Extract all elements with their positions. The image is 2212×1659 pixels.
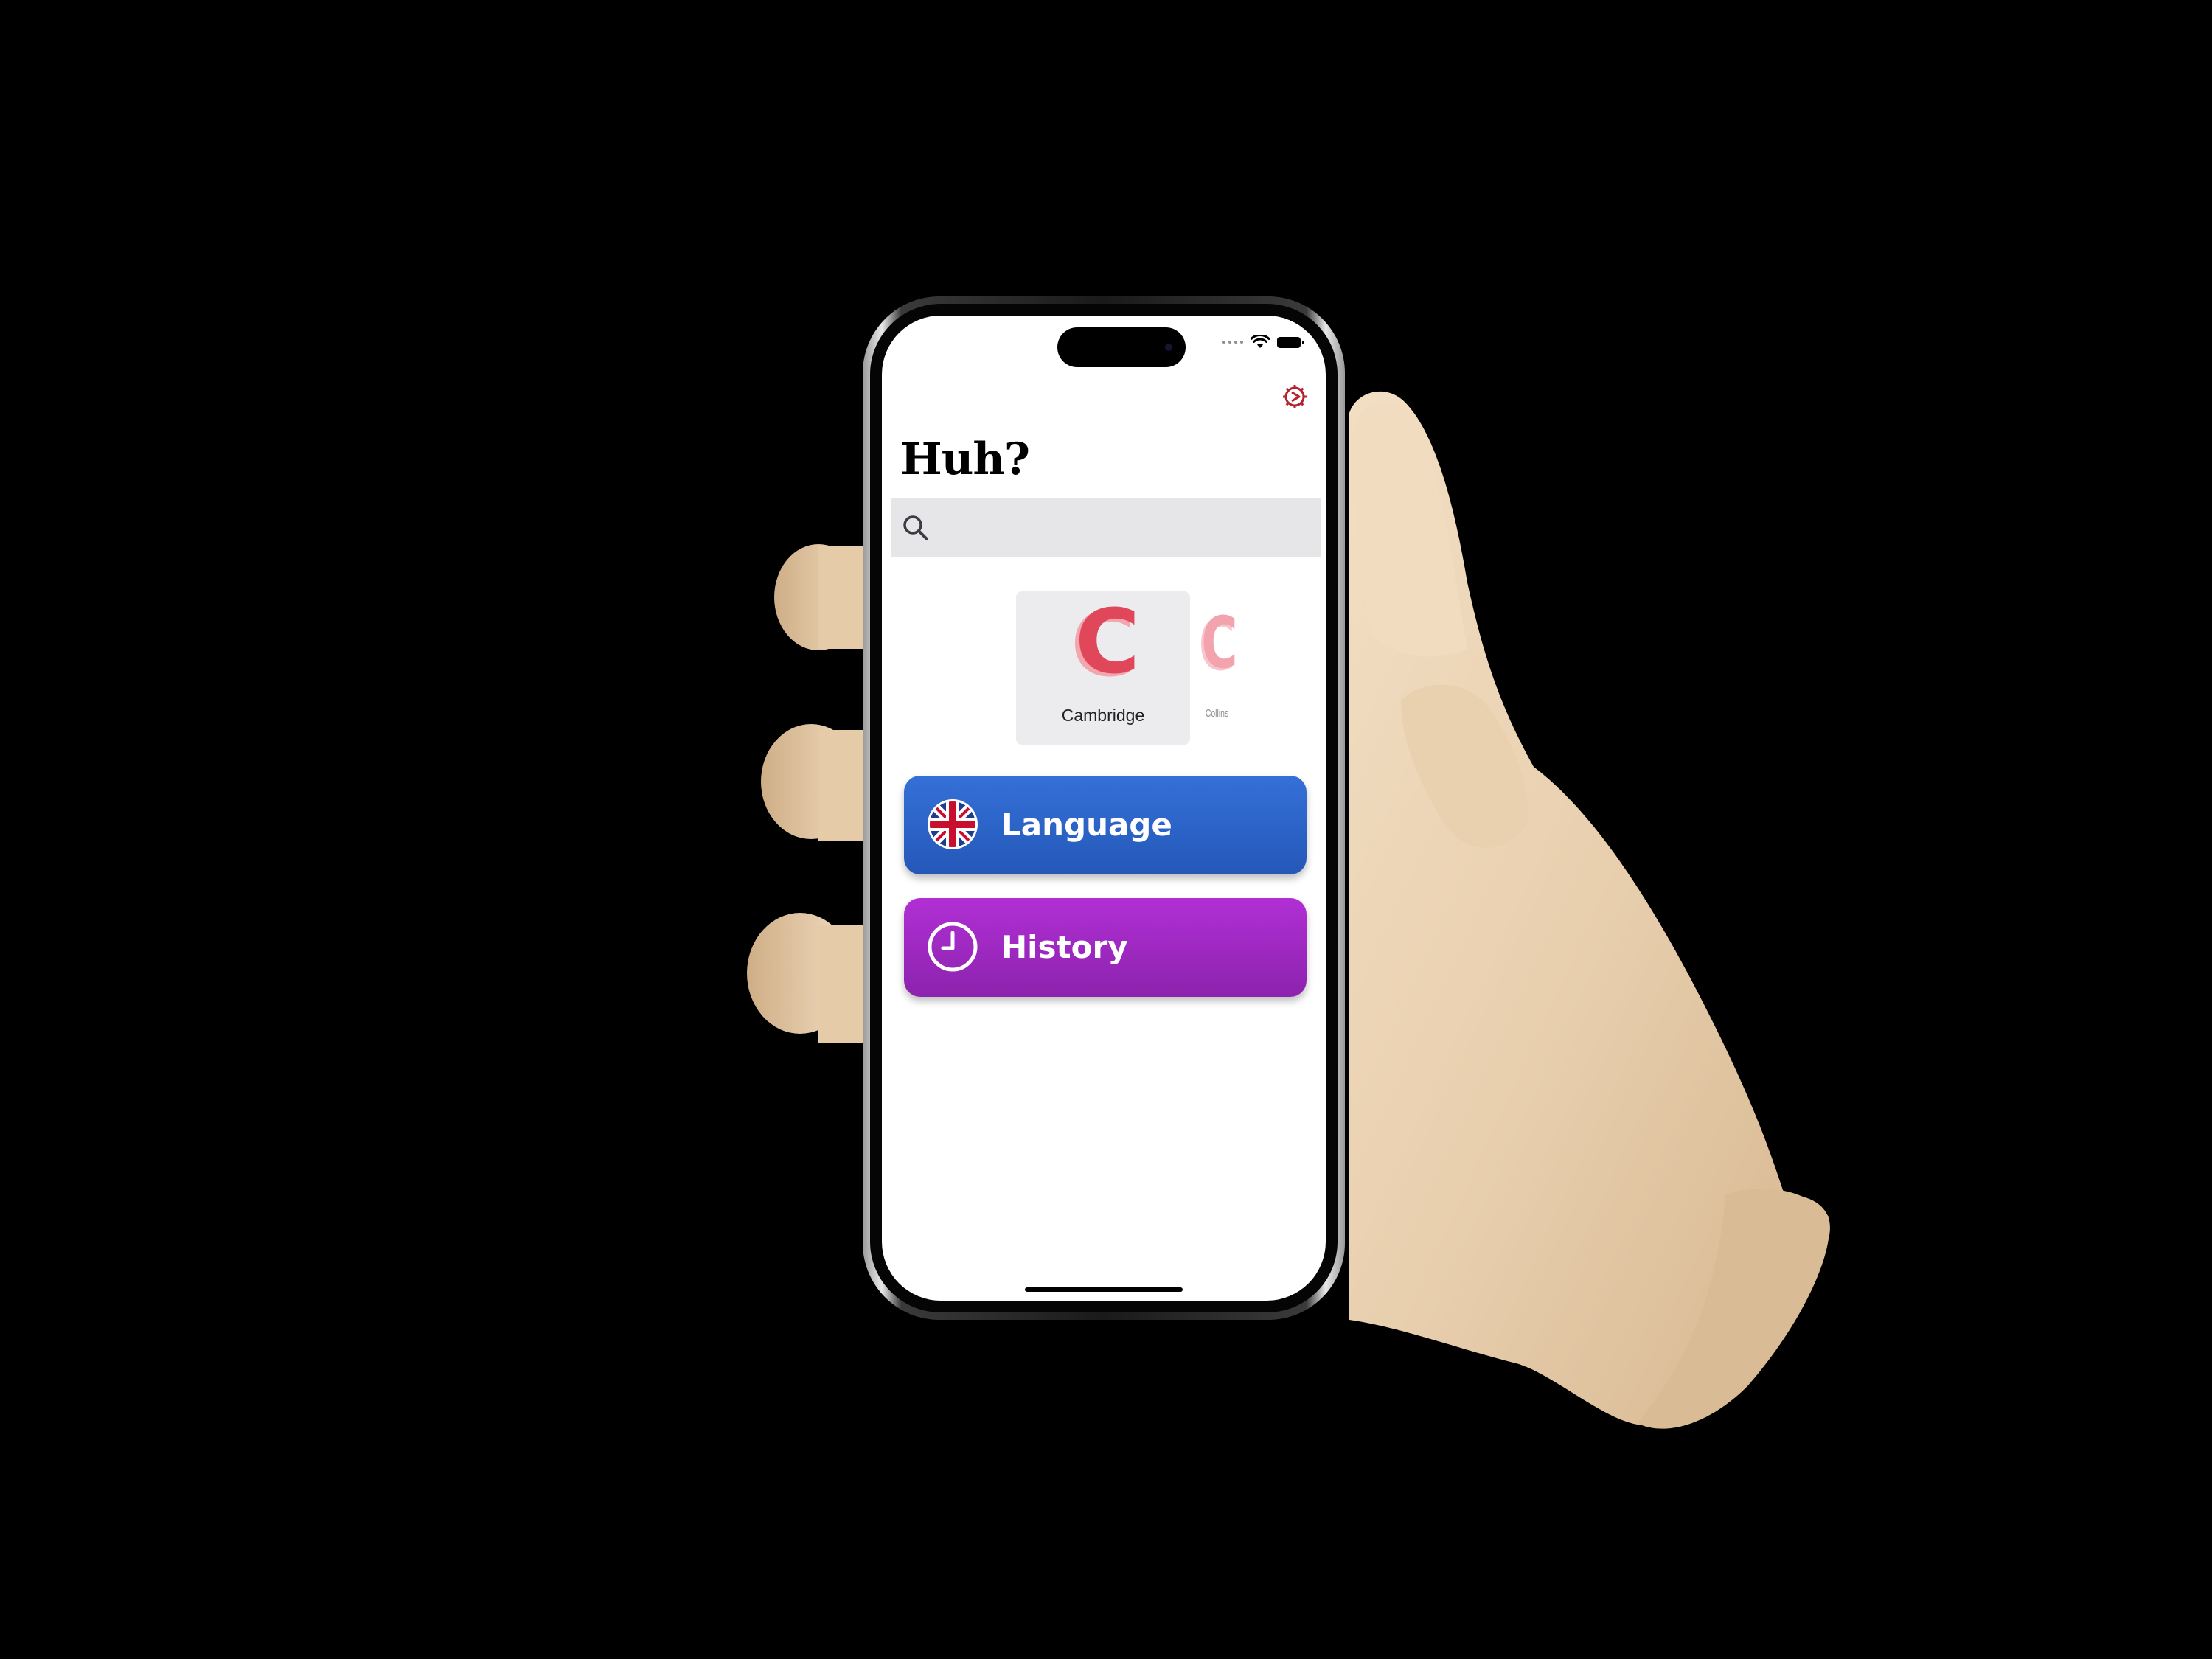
dynamic-island [1057,327,1186,367]
gear-icon [1283,385,1307,408]
search-bar[interactable] [891,498,1321,557]
front-camera [1165,344,1172,351]
home-indicator[interactable] [1025,1287,1183,1292]
search-icon [903,515,928,540]
language-button-label: Language [1001,807,1172,843]
collins-logo-icon: C C [1199,611,1238,684]
search-input[interactable] [931,505,1321,551]
settings-button[interactable] [1280,382,1310,411]
history-button[interactable]: History [904,898,1307,997]
app-title: Huh? [900,434,1030,485]
uk-flag-icon [928,799,978,849]
svg-text:C: C [1075,602,1140,690]
status-bar-icons [1222,335,1304,349]
phone-screen: Huh? C C Cambridge C C Collins Language … [882,316,1326,1301]
dictionary-label-collins: Collins [1206,707,1229,720]
phone-frame: Huh? C C Cambridge C C Collins Language … [863,296,1345,1320]
battery-icon [1277,336,1304,348]
history-button-label: History [1001,929,1128,965]
language-button[interactable]: Language [904,776,1307,874]
cambridge-logo-icon: C C [1071,602,1140,690]
wifi-icon [1251,335,1270,348]
cellular-signal-icon [1222,341,1243,344]
dictionary-label-cambridge: Cambridge [1061,706,1145,725]
svg-text:C: C [1201,611,1237,684]
dictionary-card-cambridge[interactable]: C C Cambridge [1016,591,1190,745]
mockup-stage: Huh? C C Cambridge C C Collins Language … [0,0,2212,1659]
dictionary-card-collins[interactable]: C C Collins [1177,591,1258,745]
dictionary-carousel[interactable]: C C Cambridge C C Collins [882,591,1326,748]
clock-icon [928,922,978,972]
